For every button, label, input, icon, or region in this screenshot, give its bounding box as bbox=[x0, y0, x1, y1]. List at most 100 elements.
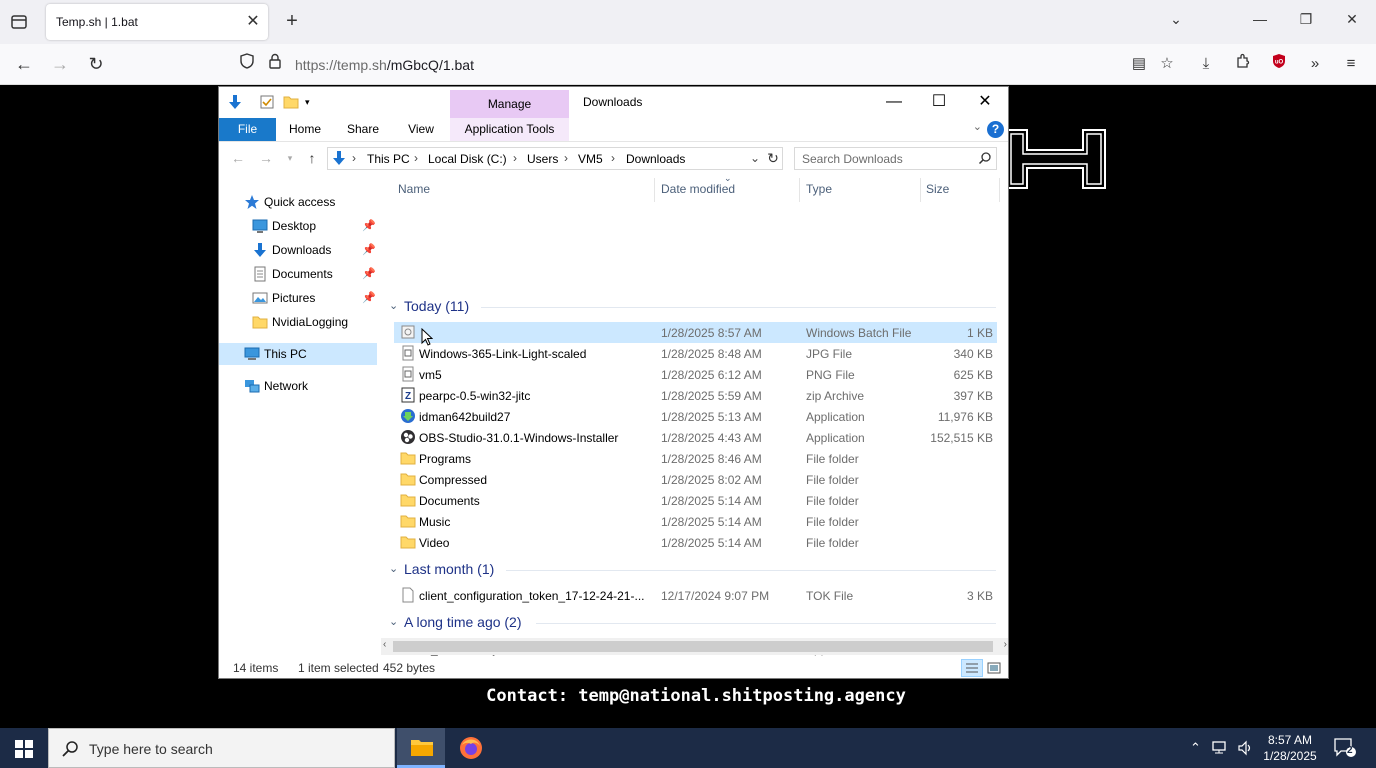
url-bar[interactable]: https://temp.sh/mGbcQ/1.bat bbox=[230, 48, 998, 80]
collapse-chevron-icon[interactable]: ⌄ bbox=[389, 615, 398, 628]
close-window-icon[interactable]: ✕ bbox=[1341, 11, 1363, 33]
file-row[interactable]: client_configuration_token_17-12-24-21-.… bbox=[394, 585, 997, 606]
close-tab-icon[interactable]: ✕ bbox=[244, 13, 262, 31]
reader-view-icon[interactable]: ▤ bbox=[1128, 53, 1150, 75]
column-divider[interactable] bbox=[654, 178, 655, 202]
taskbar-clock[interactable]: 8:57 AM 1/28/2025 bbox=[1258, 732, 1322, 764]
nav-desktop[interactable]: Desktop 📌 bbox=[219, 215, 377, 237]
minimize-icon[interactable]: — bbox=[871, 87, 917, 117]
horizontal-scrollbar[interactable]: ‹ › bbox=[381, 638, 1008, 655]
back-icon[interactable]: ← bbox=[229, 150, 247, 166]
search-input[interactable]: Search Downloads bbox=[794, 147, 997, 170]
expand-ribbon-icon[interactable]: ⌄ bbox=[973, 120, 982, 133]
chevron-down-icon[interactable]: ⌄ bbox=[1165, 11, 1187, 33]
properties-icon[interactable] bbox=[259, 94, 275, 110]
file-row[interactable]: Programs 1/28/2025 8:46 AM File folder bbox=[394, 448, 997, 469]
overflow-chevrons-icon[interactable]: » bbox=[1304, 53, 1326, 75]
file-row[interactable]: Zpearpc-0.5-win32-jitc 1/28/2025 5:59 AM z… bbox=[394, 385, 997, 406]
details-view-icon[interactable] bbox=[961, 659, 983, 677]
breadcrumb-downloads[interactable]: Downloads bbox=[626, 152, 685, 166]
new-tab-icon[interactable]: + bbox=[282, 11, 302, 33]
breadcrumb-local-disk[interactable]: Local Disk (C:) bbox=[428, 152, 507, 166]
nav-pictures[interactable]: Pictures 📌 bbox=[219, 287, 377, 309]
column-divider[interactable] bbox=[799, 178, 800, 202]
breadcrumb-separator-icon[interactable]: › bbox=[352, 151, 356, 165]
minimize-icon[interactable]: — bbox=[1249, 11, 1271, 33]
tab-list-icon[interactable] bbox=[8, 11, 30, 33]
up-icon[interactable]: ↑ bbox=[303, 150, 321, 166]
nav-nvidialogging[interactable]: NvidiaLogging bbox=[219, 311, 377, 333]
bookmark-star-icon[interactable]: ☆ bbox=[1156, 53, 1178, 75]
tab-share[interactable]: Share bbox=[341, 118, 385, 141]
search-icon[interactable] bbox=[978, 151, 992, 168]
breadcrumb-vm5[interactable]: VM5 bbox=[578, 152, 603, 166]
start-button[interactable] bbox=[0, 728, 48, 768]
maximize-icon[interactable]: ☐ bbox=[916, 87, 962, 117]
file-row[interactable]: Compressed 1/28/2025 8:02 AM File folder bbox=[394, 469, 997, 490]
group-today[interactable]: ⌄ Today (11) bbox=[386, 296, 996, 318]
tab-application-tools[interactable]: Application Tools bbox=[450, 118, 569, 141]
file-row[interactable]: Video 1/28/2025 5:14 AM File folder bbox=[394, 532, 997, 553]
column-divider[interactable] bbox=[999, 178, 1000, 202]
scroll-left-icon[interactable]: ‹ bbox=[383, 639, 386, 650]
breadcrumb-separator-icon[interactable]: › bbox=[611, 151, 615, 165]
taskbar-firefox[interactable] bbox=[447, 728, 495, 768]
network-tray-icon[interactable] bbox=[1212, 740, 1230, 759]
help-icon[interactable]: ? bbox=[987, 121, 1004, 138]
back-icon[interactable]: ← bbox=[12, 53, 36, 77]
extensions-icon[interactable] bbox=[1232, 53, 1254, 75]
column-header-name[interactable]: Name bbox=[398, 182, 430, 196]
column-header-date[interactable]: Date modified bbox=[661, 182, 735, 196]
file-row[interactable]: Windows-365-Link-Light-scaled 1/28/2025 8… bbox=[394, 343, 997, 364]
large-icons-view-icon[interactable] bbox=[986, 660, 1004, 676]
taskbar-search-input[interactable]: Type here to search bbox=[48, 728, 395, 768]
shield-icon[interactable] bbox=[236, 53, 258, 75]
close-icon[interactable]: ✕ bbox=[962, 87, 1008, 117]
file-row[interactable]: Music 1/28/2025 5:14 AM File folder bbox=[394, 511, 997, 532]
file-row[interactable]: Documents 1/28/2025 5:14 AM File folder bbox=[394, 490, 997, 511]
recent-locations-icon[interactable]: ▾ bbox=[281, 153, 299, 164]
volume-icon[interactable] bbox=[1237, 740, 1253, 759]
browser-tab[interactable]: Temp.sh | 1.bat ✕ bbox=[46, 4, 268, 40]
forward-icon[interactable]: → bbox=[257, 150, 275, 166]
breadcrumb-users[interactable]: Users bbox=[527, 152, 558, 166]
lock-icon[interactable] bbox=[264, 53, 286, 75]
nav-this-pc[interactable]: This PC bbox=[219, 343, 377, 365]
customize-qat-icon[interactable]: ▾ bbox=[305, 97, 321, 113]
restore-icon[interactable]: ❐ bbox=[1295, 11, 1317, 33]
file-row[interactable]: idman642build27 1/28/2025 5:13 AM Applicat… bbox=[394, 406, 997, 427]
group-long-time-ago[interactable]: ⌄ A long time ago (2) bbox=[386, 612, 996, 634]
group-last-month[interactable]: ⌄ Last month (1) bbox=[386, 559, 996, 581]
breadcrumb-separator-icon[interactable]: › bbox=[564, 151, 568, 165]
file-explorer-window[interactable]: ▾ Manage Downloads — ☐ ✕ File Home Share… bbox=[218, 86, 1009, 679]
scroll-thumb[interactable] bbox=[393, 641, 993, 652]
show-hidden-icons-icon[interactable]: ⌃ bbox=[1190, 740, 1201, 756]
taskbar-file-explorer[interactable] bbox=[397, 728, 445, 768]
breadcrumb-separator-icon[interactable]: › bbox=[414, 151, 418, 165]
collapse-chevron-icon[interactable]: ⌄ bbox=[389, 299, 398, 312]
column-header-size[interactable]: Size bbox=[926, 182, 949, 196]
scroll-right-icon[interactable]: › bbox=[1004, 639, 1007, 650]
address-dropdown-icon[interactable]: ⌄ bbox=[750, 151, 760, 165]
new-folder-icon[interactable] bbox=[283, 94, 299, 110]
nav-documents[interactable]: Documents 📌 bbox=[219, 263, 377, 285]
ublock-icon[interactable]: uO bbox=[1268, 53, 1290, 75]
nav-network[interactable]: Network bbox=[219, 375, 377, 397]
tab-view[interactable]: View bbox=[401, 118, 441, 141]
column-header-type[interactable]: Type bbox=[806, 182, 832, 196]
file-row[interactable]: OBS-Studio-31.0.1-Windows-Installer 1/28/… bbox=[394, 427, 997, 448]
reload-icon[interactable]: ↻ bbox=[84, 53, 108, 77]
collapse-chevron-icon[interactable]: ⌄ bbox=[389, 562, 398, 575]
tab-home[interactable]: Home bbox=[283, 118, 327, 141]
quick-access-down-arrow-icon[interactable] bbox=[227, 94, 243, 110]
nav-downloads[interactable]: Downloads 📌 bbox=[219, 239, 377, 261]
downloads-icon[interactable]: ⤓ bbox=[1195, 53, 1217, 75]
file-row[interactable]: vm5 1/28/2025 6:12 AM PNG File 625 KB bbox=[394, 364, 997, 385]
refresh-icon[interactable]: ↻ bbox=[764, 150, 782, 167]
file-row[interactable]: 1/28/2025 8:57 AM Windows Batch File 1 KB bbox=[394, 322, 997, 343]
column-divider[interactable] bbox=[920, 178, 921, 202]
address-bar[interactable]: › This PC › Local Disk (C:) › Users › VM… bbox=[327, 147, 783, 170]
nav-quick-access[interactable]: Quick access bbox=[219, 191, 377, 213]
menu-icon[interactable]: ≡ bbox=[1340, 53, 1362, 75]
breadcrumb-this-pc[interactable]: This PC bbox=[367, 152, 410, 166]
